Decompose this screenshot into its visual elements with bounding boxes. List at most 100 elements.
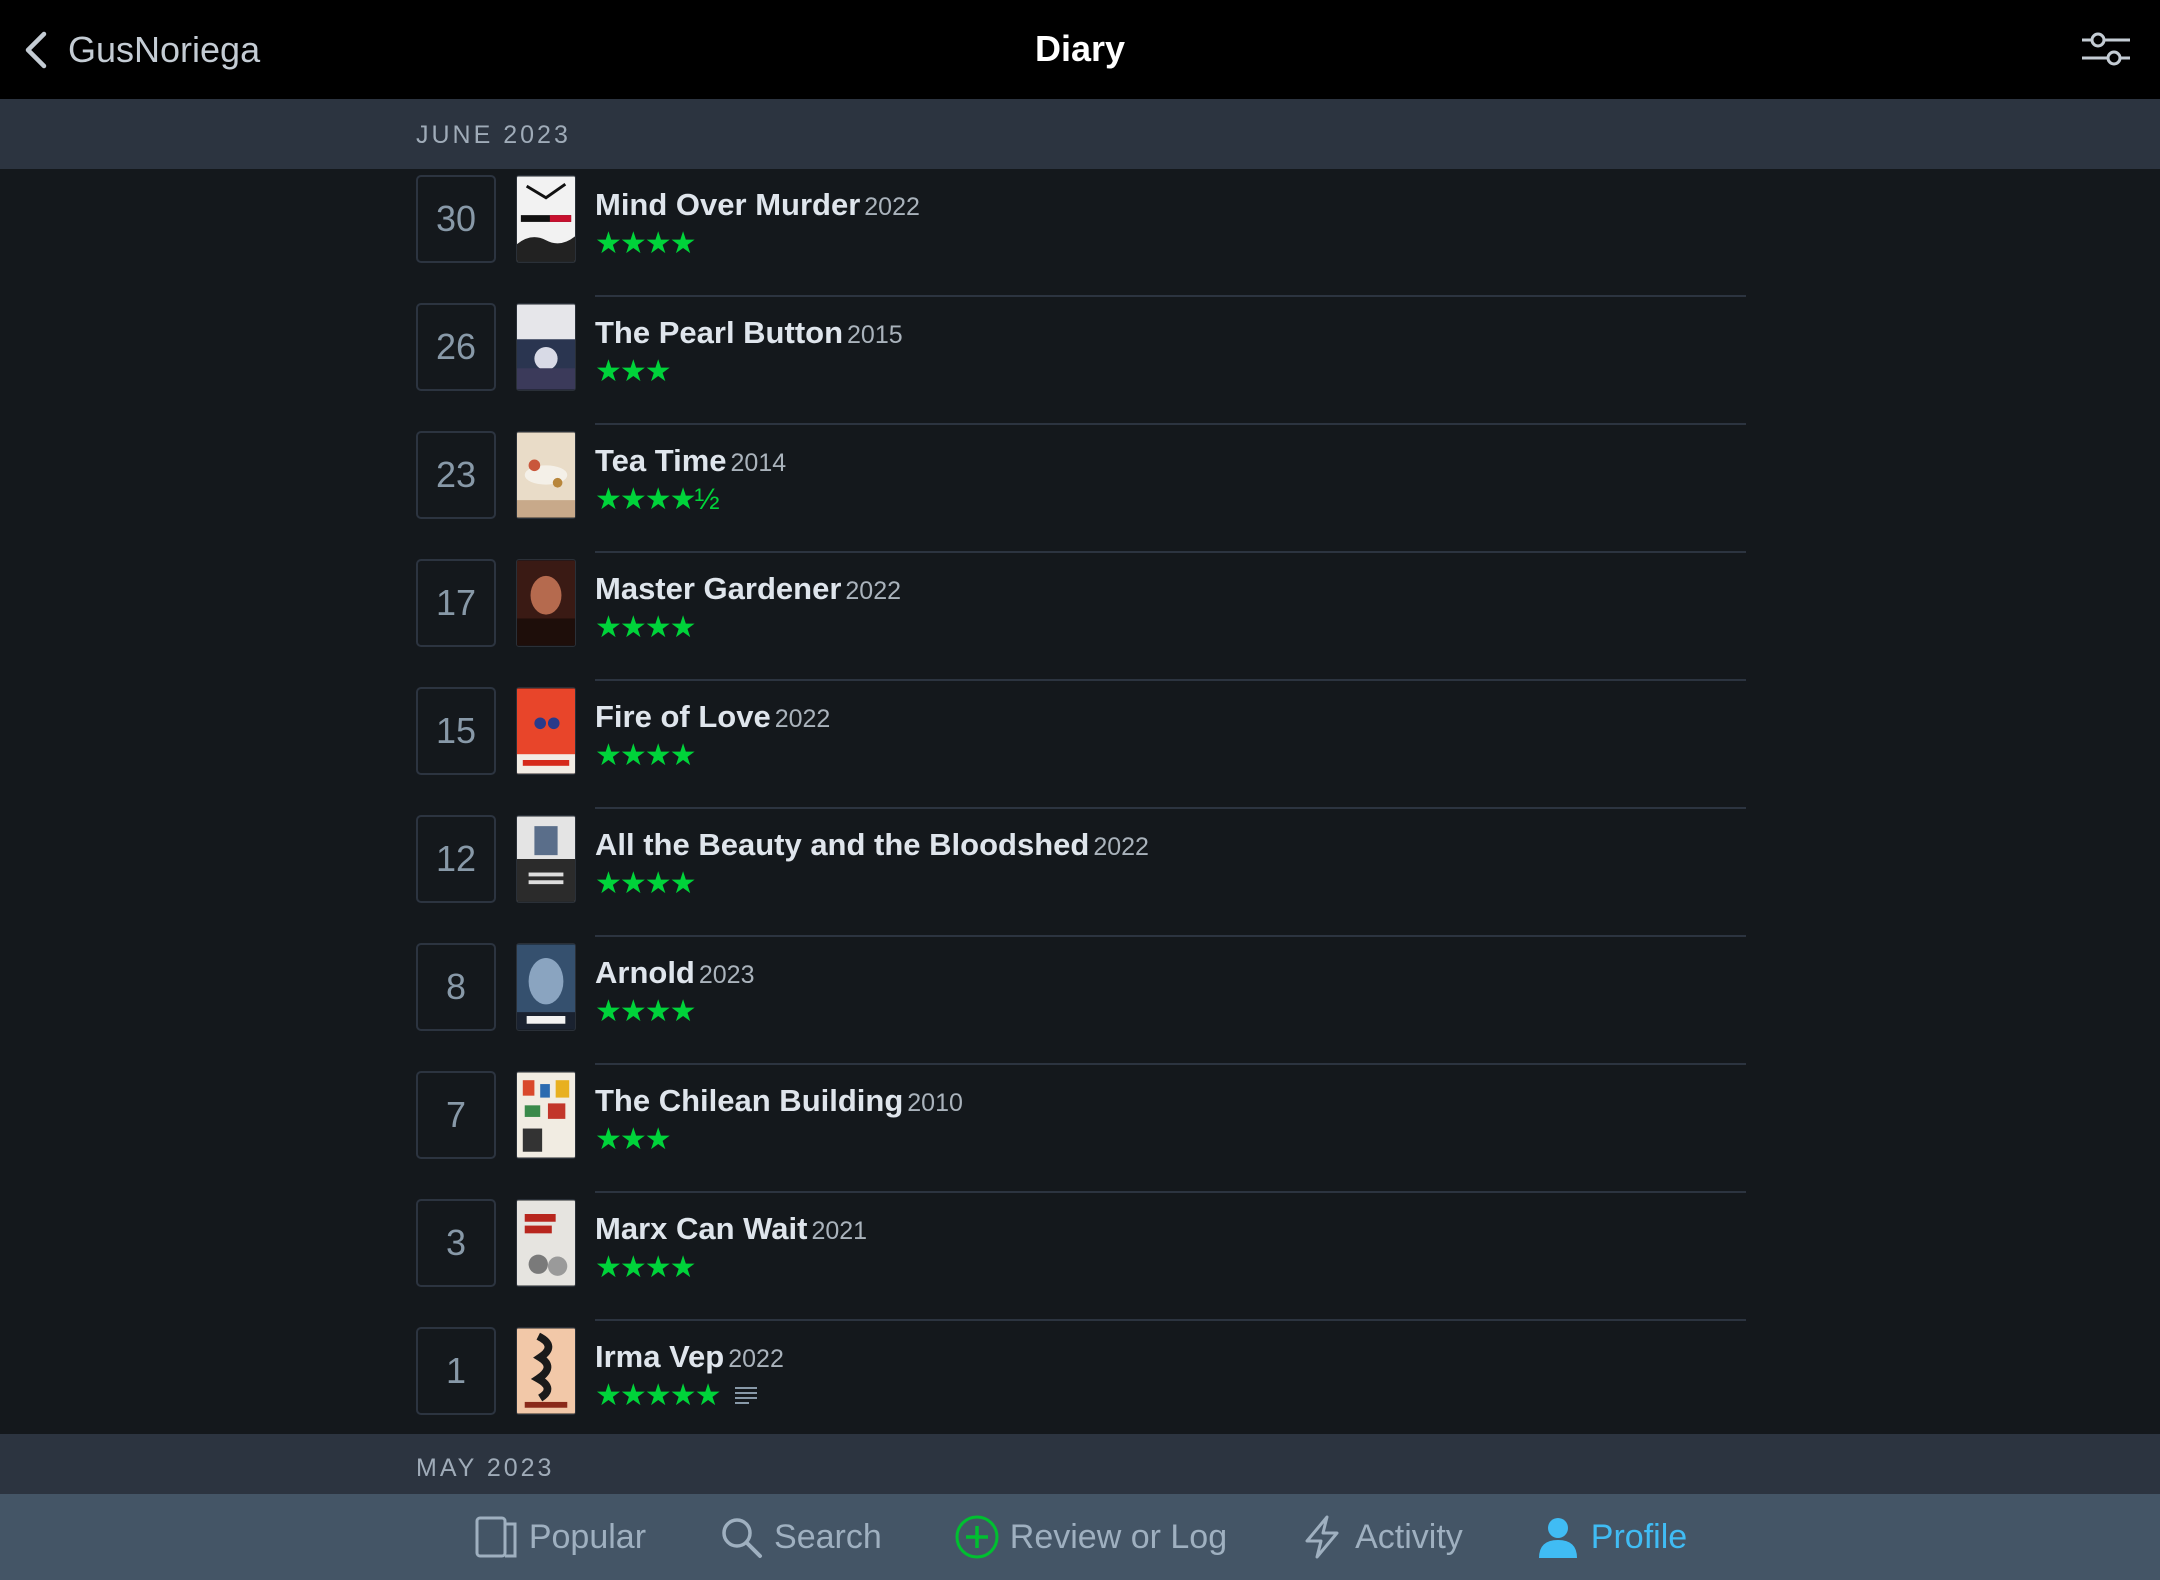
diary-entry[interactable]: 12 All the Beauty and the Bloodshed 2022 … [416, 809, 1746, 937]
rating-text: ★★★★ [595, 611, 697, 644]
film-title[interactable]: Marx Can Wait [595, 1211, 807, 1246]
entry-info: Marx Can Wait 2021 ★★★★ [595, 1211, 867, 1285]
film-year: 2022 [1093, 833, 1149, 861]
plus-circle-icon [955, 1515, 999, 1559]
rating-text: ★★★★ [595, 739, 697, 772]
diary-entry[interactable]: 23 Tea Time 2014 ★★★★½ [416, 425, 1746, 553]
tab-popular[interactable]: Popular [473, 1514, 646, 1560]
film-poster[interactable] [516, 815, 576, 903]
popular-icon [475, 1516, 517, 1558]
entry-day: 3 [416, 1199, 496, 1287]
rating-stars: ★★★★ [595, 867, 1149, 901]
diary-entry[interactable]: 26 The Pearl Button 2015 ★★★ [416, 297, 1746, 425]
tab-label: Popular [528, 1517, 647, 1556]
month-label: MAY 2023 [416, 1454, 555, 1482]
rating-text: ★★★★½ [595, 483, 720, 516]
filter-button[interactable] [2080, 28, 2132, 70]
entry-info: All the Beauty and the Bloodshed 2022 ★★★… [595, 827, 1149, 901]
film-poster[interactable] [516, 1071, 576, 1159]
film-poster[interactable] [516, 431, 576, 519]
film-poster[interactable] [516, 687, 576, 775]
entry-day: 8 [416, 943, 496, 1031]
diary-entry[interactable]: 17 Master Gardener 2022 ★★★★ [416, 553, 1746, 681]
film-poster[interactable] [516, 1327, 576, 1415]
month-header-may: MAY 2023 [0, 1434, 2160, 1494]
diary-entry[interactable]: 15 Fire of Love 2022 ★★★★ [416, 681, 1746, 809]
tab-label: Review or Log [1009, 1517, 1228, 1556]
tab-label: Search [774, 1517, 882, 1556]
film-title[interactable]: The Pearl Button [595, 315, 843, 350]
diary-entry[interactable]: 8 Arnold 2023 ★★★★ [416, 937, 1746, 1065]
entry-info: Irma Vep 2022 ★★★★★ [595, 1339, 784, 1413]
rating-stars: ★★★★★ [595, 1379, 784, 1413]
rating-stars: ★★★★½ [595, 483, 786, 517]
rating-text: ★★★★ [595, 227, 697, 260]
rating-text: ★★★★ [595, 995, 697, 1028]
rating-stars: ★★★★ [595, 227, 920, 261]
entry-info: Arnold 2023 ★★★★ [595, 955, 755, 1029]
tab-search[interactable]: Search [718, 1514, 882, 1560]
film-year: 2015 [847, 321, 903, 349]
diary-entry[interactable]: 30 Mind Over Murder 2022 ★★★★ [416, 169, 1746, 297]
film-title[interactable]: Master Gardener [595, 571, 841, 606]
diary-list[interactable]: 30 Mind Over Murder 2022 ★★★★ 26 The Pear… [0, 169, 2160, 1449]
profile-icon [1538, 1518, 1577, 1558]
rating-stars: ★★★★ [595, 739, 830, 773]
search-icon [722, 1518, 763, 1558]
film-title[interactable]: All the Beauty and the Bloodshed [595, 827, 1089, 862]
rating-text: ★★★★ [595, 1251, 697, 1284]
film-year: 2022 [845, 577, 902, 605]
film-year: 2022 [774, 705, 831, 733]
sliders-icon [2082, 32, 2130, 66]
lightning-icon [1305, 1515, 1339, 1559]
film-year: 2010 [907, 1089, 963, 1117]
film-poster[interactable] [516, 1199, 576, 1287]
entry-day: 26 [416, 303, 496, 391]
page-title: Diary [1034, 28, 1126, 69]
rating-stars: ★★★★ [595, 611, 901, 645]
entry-info: Fire of Love 2022 ★★★★ [595, 699, 830, 773]
rating-text: ★★★★ [595, 867, 697, 900]
rating-text: ★★★ [595, 355, 672, 388]
top-bar: GusNoriega Diary [0, 0, 2160, 99]
entry-day: 23 [416, 431, 496, 519]
entry-info: Mind Over Murder 2022 ★★★★ [595, 187, 920, 261]
rating-text: ★★★★★ [595, 1379, 721, 1412]
film-poster[interactable] [516, 943, 576, 1031]
film-title[interactable]: Arnold [595, 955, 695, 990]
entry-day: 15 [416, 687, 496, 775]
film-poster[interactable] [516, 559, 576, 647]
diary-entry[interactable]: 7 The Chilean Building 2010 ★★★ [416, 1065, 1746, 1193]
film-title[interactable]: Mind Over Murder [595, 187, 860, 222]
rating-stars: ★★★ [595, 1123, 963, 1157]
film-title[interactable]: Irma Vep [595, 1339, 724, 1374]
diary-entry[interactable]: 1 Irma Vep 2022 ★★★★★ [416, 1321, 1746, 1449]
film-year: 2022 [864, 193, 920, 221]
month-label: JUNE 2023 [416, 121, 571, 149]
rating-stars: ★★★★ [595, 995, 755, 1029]
review-text-icon [735, 1387, 758, 1404]
rating-stars: ★★★ [595, 355, 903, 389]
film-title[interactable]: The Chilean Building [595, 1083, 903, 1118]
film-title[interactable]: Fire of Love [595, 699, 771, 734]
rating-text: ★★★ [595, 1123, 672, 1156]
rating-stars: ★★★★ [595, 1251, 867, 1285]
film-poster[interactable] [516, 303, 576, 391]
entry-day: 1 [416, 1327, 496, 1415]
entry-info: Tea Time 2014 ★★★★½ [595, 443, 786, 517]
tab-bar: Popular Search Review or Log Activity Pr… [0, 1494, 2160, 1580]
tab-label: Activity [1355, 1517, 1463, 1556]
film-year: 2023 [698, 961, 755, 989]
entry-info: The Pearl Button 2015 ★★★ [595, 315, 903, 389]
tab-activity[interactable]: Activity [1299, 1514, 1463, 1560]
tab-profile[interactable]: Profile [1535, 1514, 1687, 1560]
film-poster[interactable] [516, 175, 576, 263]
month-header-june: JUNE 2023 [0, 99, 2160, 169]
tab-review-or-log[interactable]: Review or Log [954, 1514, 1227, 1560]
entry-day: 17 [416, 559, 496, 647]
film-year: 2022 [728, 1345, 784, 1373]
diary-entry[interactable]: 3 Marx Can Wait 2021 ★★★★ [416, 1193, 1746, 1321]
film-year: 2021 [811, 1217, 868, 1245]
film-title[interactable]: Tea Time [595, 443, 727, 478]
entry-day: 7 [416, 1071, 496, 1159]
